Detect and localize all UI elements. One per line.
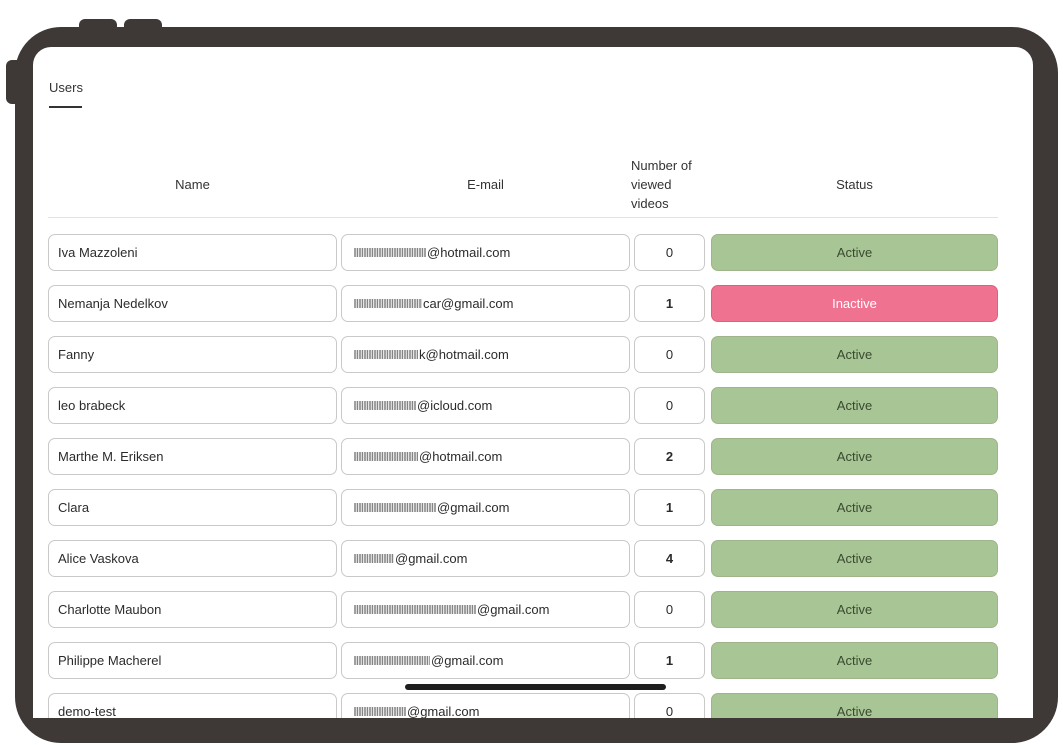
viewed-videos-count[interactable]: 2 <box>634 438 705 475</box>
table-row[interactable]: Nemanja Nedelkov car@gmail.com 1 Inactiv… <box>48 285 998 322</box>
email-domain: @gmail.com <box>395 551 468 566</box>
email-domain: @icloud.com <box>417 398 493 413</box>
user-email-field[interactable]: @gmail.com <box>341 489 630 526</box>
user-name-field[interactable]: Nemanja Nedelkov <box>48 285 337 322</box>
redacted-text <box>354 503 436 512</box>
user-name-field[interactable]: Clara <box>48 489 337 526</box>
user-email-field[interactable]: @gmail.com <box>341 693 630 718</box>
user-name-field[interactable]: Marthe M. Eriksen <box>48 438 337 475</box>
viewed-videos-count[interactable]: 1 <box>634 285 705 322</box>
status-badge[interactable]: Active <box>711 387 998 424</box>
status-badge[interactable]: Active <box>711 438 998 475</box>
table-row[interactable]: Clara @gmail.com 1 Active <box>48 489 998 526</box>
user-name-field[interactable]: Fanny <box>48 336 337 373</box>
viewed-videos-count[interactable]: 0 <box>634 693 705 718</box>
status-badge[interactable]: Active <box>711 642 998 679</box>
viewed-videos-count[interactable]: 0 <box>634 591 705 628</box>
user-email-field[interactable]: @gmail.com <box>341 642 630 679</box>
redacted-text <box>354 299 422 308</box>
email-domain: car@gmail.com <box>423 296 514 311</box>
user-email-field[interactable]: @gmail.com <box>341 540 630 577</box>
table-row[interactable]: Iva Mazzoleni @hotmail.com 0 Active <box>48 234 998 271</box>
redacted-text <box>354 248 426 257</box>
screen: Users Name E-mail Number of viewed video… <box>33 47 1033 718</box>
email-domain: k@hotmail.com <box>419 347 509 362</box>
viewed-videos-count[interactable]: 0 <box>634 336 705 373</box>
status-badge[interactable]: Active <box>711 591 998 628</box>
status-badge[interactable]: Active <box>711 540 998 577</box>
status-badge[interactable]: Active <box>711 234 998 271</box>
viewed-videos-count[interactable]: 0 <box>634 387 705 424</box>
viewed-videos-count[interactable]: 1 <box>634 489 705 526</box>
redacted-text <box>354 350 418 359</box>
table-row[interactable]: Alice Vaskova @gmail.com 4 Active <box>48 540 998 577</box>
viewed-videos-count[interactable]: 4 <box>634 540 705 577</box>
column-header-videos[interactable]: Number of viewed videos <box>631 151 703 217</box>
column-header-email[interactable]: E-mail <box>341 151 630 217</box>
status-badge[interactable]: Active <box>711 489 998 526</box>
user-table-body: Iva Mazzoleni @hotmail.com 0 Active Nema… <box>48 234 998 718</box>
user-name-field[interactable]: leo brabeck <box>48 387 337 424</box>
redacted-text <box>354 452 418 461</box>
user-name-field[interactable]: Charlotte Maubon <box>48 591 337 628</box>
column-header-status[interactable]: Status <box>711 151 998 217</box>
table-row[interactable]: Fanny k@hotmail.com 0 Active <box>48 336 998 373</box>
viewed-videos-count[interactable]: 1 <box>634 642 705 679</box>
status-badge[interactable]: Inactive <box>711 285 998 322</box>
status-badge[interactable]: Active <box>711 693 998 718</box>
user-email-field[interactable]: @icloud.com <box>341 387 630 424</box>
user-name-field[interactable]: Philippe Macherel <box>48 642 337 679</box>
redacted-text <box>354 656 430 665</box>
user-name-field[interactable]: Alice Vaskova <box>48 540 337 577</box>
redacted-text <box>354 605 476 614</box>
table-row[interactable]: Philippe Macherel @gmail.com 1 Active <box>48 642 998 679</box>
email-domain: @gmail.com <box>477 602 550 617</box>
tab-users[interactable]: Users <box>49 80 83 95</box>
email-domain: @gmail.com <box>437 500 510 515</box>
user-email-field[interactable]: @gmail.com <box>341 591 630 628</box>
column-header-videos-label: Number of viewed videos <box>631 157 692 211</box>
redacted-text <box>354 707 406 716</box>
user-email-field[interactable]: k@hotmail.com <box>341 336 630 373</box>
table-header: Name E-mail Number of viewed videos Stat… <box>48 151 998 218</box>
home-indicator-bar[interactable] <box>405 684 666 690</box>
redacted-text <box>354 401 416 410</box>
user-name-field[interactable]: Iva Mazzoleni <box>48 234 337 271</box>
tab-users-underline <box>49 106 82 108</box>
user-email-field[interactable]: car@gmail.com <box>341 285 630 322</box>
email-domain: @hotmail.com <box>419 449 503 464</box>
email-domain: @gmail.com <box>407 704 480 718</box>
viewed-videos-count[interactable]: 0 <box>634 234 705 271</box>
table-row[interactable]: leo brabeck @icloud.com 0 Active <box>48 387 998 424</box>
user-email-field[interactable]: @hotmail.com <box>341 438 630 475</box>
tablet-device: Users Name E-mail Number of viewed video… <box>0 0 1063 745</box>
table-row[interactable]: Marthe M. Eriksen @hotmail.com 2 Active <box>48 438 998 475</box>
user-name-field[interactable]: demo-test <box>48 693 337 718</box>
column-header-name[interactable]: Name <box>48 151 337 217</box>
user-email-field[interactable]: @hotmail.com <box>341 234 630 271</box>
redacted-text <box>354 554 394 563</box>
email-domain: @hotmail.com <box>427 245 511 260</box>
status-badge[interactable]: Active <box>711 336 998 373</box>
table-row[interactable]: Charlotte Maubon @gmail.com 0 Active <box>48 591 998 628</box>
email-domain: @gmail.com <box>431 653 504 668</box>
table-row[interactable]: demo-test @gmail.com 0 Active <box>48 693 998 718</box>
